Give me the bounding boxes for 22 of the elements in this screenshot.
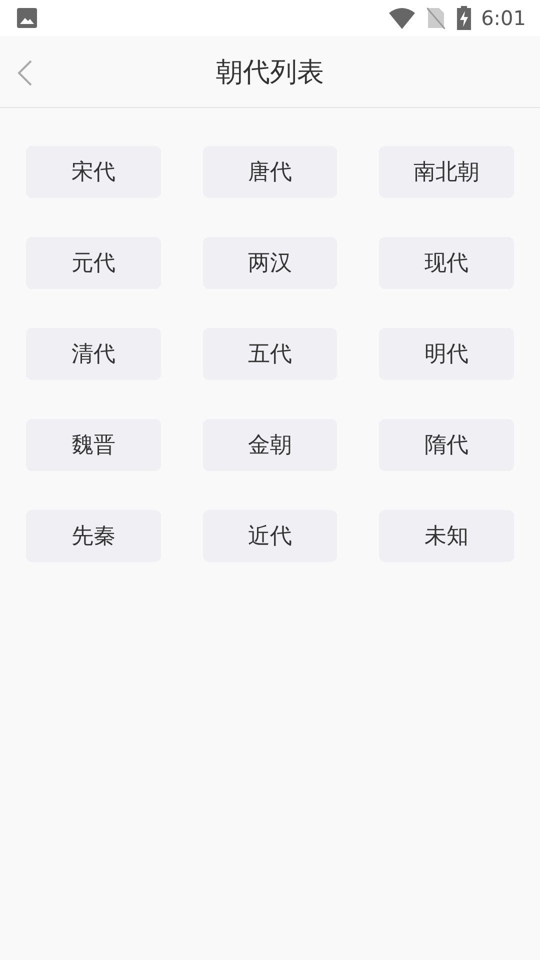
dynasty-button[interactable]: 近代: [203, 510, 337, 562]
image-icon: [17, 8, 37, 28]
dynasty-button[interactable]: 两汉: [203, 237, 337, 289]
dynasty-button[interactable]: 未知: [379, 510, 514, 562]
dynasty-button[interactable]: 先秦: [26, 510, 161, 562]
dynasty-button[interactable]: 金朝: [203, 419, 337, 471]
battery-charging-icon: [457, 6, 472, 30]
dynasty-button[interactable]: 唐代: [203, 146, 337, 198]
dynasty-button[interactable]: 明代: [379, 328, 514, 380]
dynasty-button[interactable]: 现代: [379, 237, 514, 289]
dynasty-button[interactable]: 南北朝: [379, 146, 514, 198]
dynasty-button[interactable]: 清代: [26, 328, 161, 380]
dynasty-button[interactable]: 魏晋: [26, 419, 161, 471]
status-time: 6:01: [481, 6, 526, 30]
dynasty-button[interactable]: 元代: [26, 237, 161, 289]
no-sim-icon: [427, 7, 446, 29]
dynasty-button[interactable]: 五代: [203, 328, 337, 380]
wifi-icon: [389, 8, 416, 28]
dynasty-button[interactable]: 宋代: [26, 146, 161, 198]
dynasty-button[interactable]: 隋代: [379, 419, 514, 471]
page-title: 朝代列表: [216, 56, 324, 90]
back-icon[interactable]: [17, 60, 33, 86]
